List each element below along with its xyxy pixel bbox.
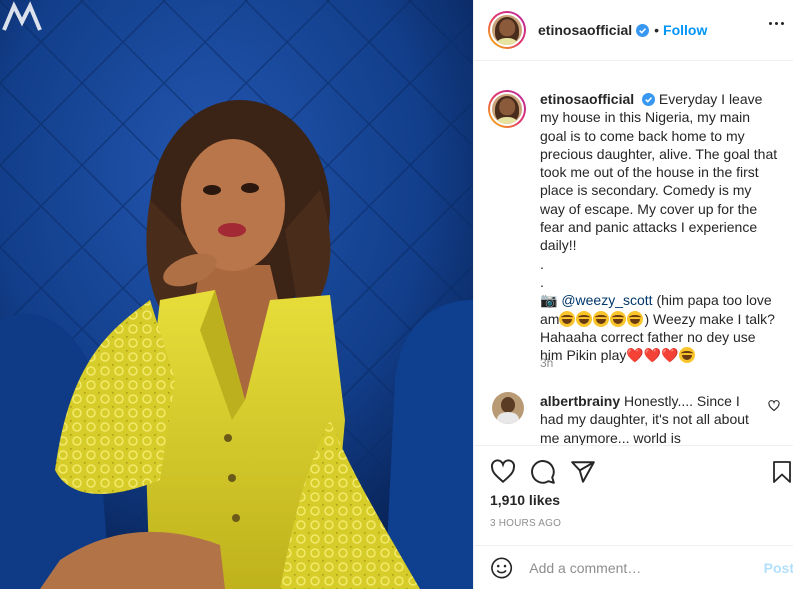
- laughing-emoji-icon: [559, 310, 576, 327]
- comment-text: albertbrainy Honestly.... Since I had my…: [540, 392, 762, 445]
- laughing-emoji-icon: [610, 310, 627, 327]
- laughing-emoji-icon: [627, 310, 644, 327]
- post-sidebar: etinosaofficial • Follow etinosaofficial: [473, 0, 793, 589]
- add-comment-bar: Post: [474, 545, 793, 589]
- comment-input[interactable]: [529, 559, 758, 576]
- follow-button[interactable]: Follow: [663, 22, 707, 38]
- like-comment-icon[interactable]: [768, 400, 780, 412]
- separator-dot: •: [654, 22, 660, 38]
- caption-dot: .: [540, 273, 544, 290]
- post-comment-button[interactable]: Post: [764, 560, 793, 576]
- laughing-emoji-icon: [576, 310, 593, 327]
- red-heart-icon: ❤️: [643, 347, 662, 364]
- red-heart-icon: ❤️: [626, 347, 644, 364]
- red-heart-icon: ❤️: [661, 347, 679, 364]
- caption-username[interactable]: etinosaofficial: [540, 91, 634, 107]
- photo-illustration: [0, 0, 473, 589]
- caption-body: Everyday I leave my house in this Nigeri…: [540, 91, 778, 254]
- emoji-picker-icon[interactable]: [490, 556, 513, 580]
- action-bar: 1,910 likes 3 HOURS AGO: [474, 445, 793, 544]
- watermark-logo: [2, 1, 42, 31]
- like-count[interactable]: 1,910 likes: [490, 492, 560, 508]
- author-username[interactable]: etinosaofficial: [538, 22, 632, 38]
- more-options-icon[interactable]: [769, 22, 784, 25]
- comment-item: albertbrainy Honestly.... Since I had my…: [488, 392, 788, 445]
- share-icon[interactable]: [570, 459, 596, 485]
- mention-link[interactable]: @weezy_scott: [561, 292, 652, 308]
- caption-age[interactable]: 3h: [540, 356, 553, 370]
- caption-text: etinosaofficial Everyday I leave my hous…: [540, 90, 780, 364]
- author-avatar[interactable]: [488, 11, 526, 49]
- comment-icon[interactable]: [530, 459, 556, 485]
- like-heart-icon[interactable]: [490, 459, 516, 485]
- verified-badge-icon: [636, 23, 650, 37]
- comments-section[interactable]: etinosaofficial Everyday I leave my hous…: [474, 62, 793, 445]
- post-header: etinosaofficial • Follow: [474, 0, 793, 61]
- caption-dot: .: [540, 255, 544, 272]
- post-caption: etinosaofficial Everyday I leave my hous…: [488, 90, 788, 364]
- post-timestamp[interactable]: 3 HOURS AGO: [490, 518, 561, 529]
- laughing-emoji-icon: [593, 310, 610, 327]
- grinning-emoji-icon: [678, 347, 695, 364]
- commenter-avatar[interactable]: [492, 392, 524, 424]
- bookmark-icon[interactable]: [770, 459, 793, 485]
- camera-emoji: 📷: [540, 292, 558, 309]
- caption-avatar[interactable]: [488, 90, 526, 128]
- verified-badge-icon: [642, 93, 656, 106]
- commenter-username[interactable]: albertbrainy: [540, 393, 620, 409]
- post-photo[interactable]: [0, 0, 473, 589]
